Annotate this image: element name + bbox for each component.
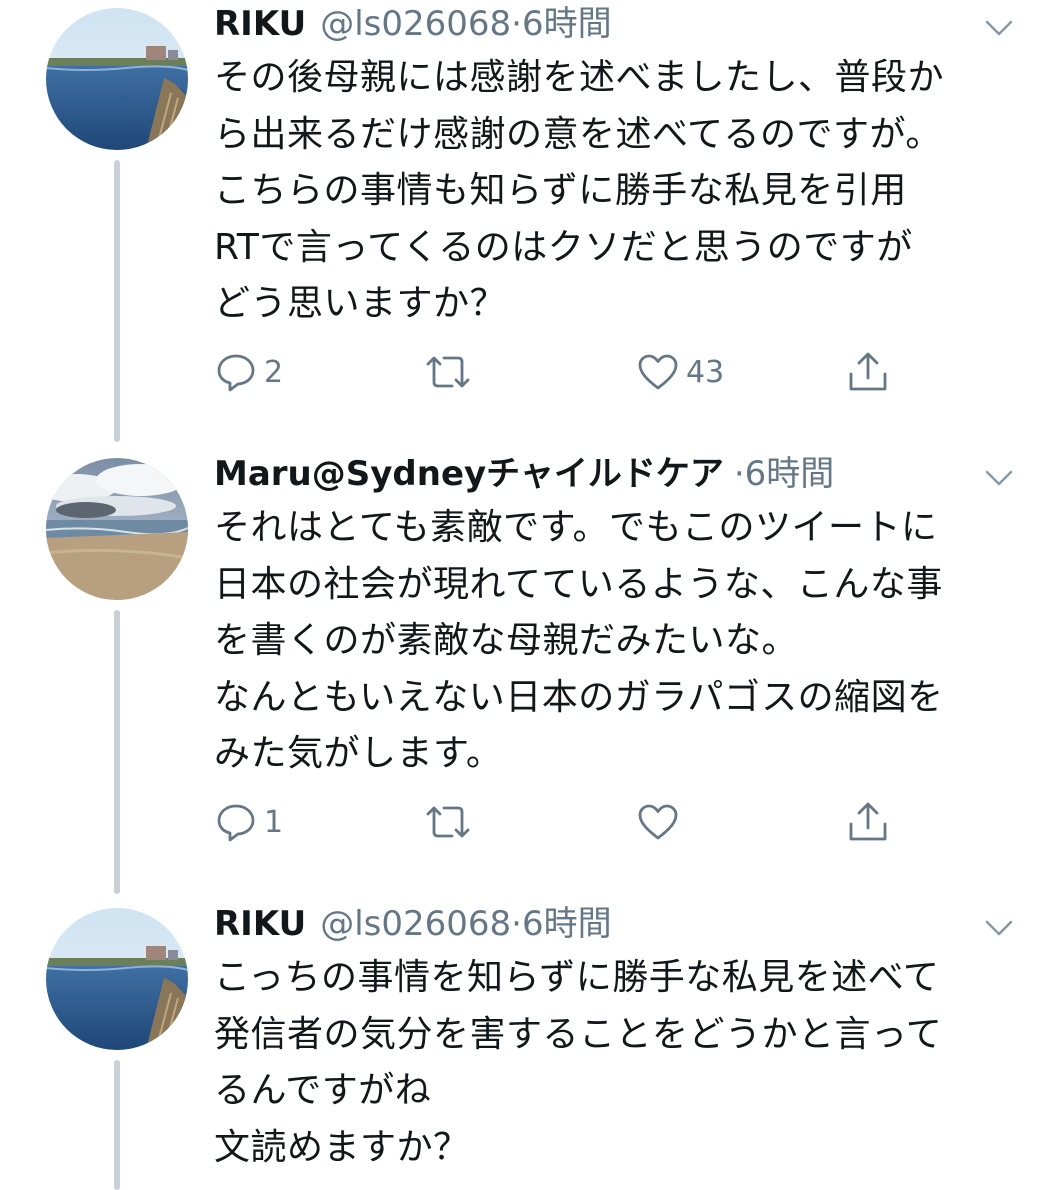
share-icon (849, 352, 887, 391)
share-button[interactable] (846, 798, 890, 846)
retweet-icon (426, 806, 470, 838)
share-button[interactable] (846, 348, 890, 396)
retweet-button[interactable] (422, 798, 474, 846)
avatar[interactable] (46, 908, 188, 1050)
like-icon (638, 354, 678, 390)
share-icon (849, 802, 887, 841)
display-name[interactable]: RIKU (214, 0, 306, 48)
like-icon (638, 804, 678, 840)
tweet-header: RIKU @ls026068 · 6時間 (214, 0, 612, 48)
thread-line (114, 610, 120, 894)
like-button[interactable]: 43 (636, 348, 724, 396)
tweet-1[interactable]: RIKU @ls026068 · 6時間 その後母親には感謝を述べましたし、普段… (0, 0, 1055, 442)
reply-button[interactable]: 2 (214, 348, 283, 396)
tweet-3[interactable]: RIKU @ls026068 · 6時間 こっちの事情を知らずに勝手な私見を述べ… (0, 900, 1055, 1190)
avatar[interactable] (46, 8, 188, 150)
separator-dot: · (511, 4, 522, 44)
reply-count: 2 (264, 354, 284, 390)
reply-count: 1 (264, 804, 284, 840)
avatar[interactable] (46, 458, 188, 600)
tweet-text: こっちの事情を知らずに勝手な私見を述べて 発信者の気分を害することをどうかと言っ… (214, 957, 943, 1168)
like-button[interactable] (636, 798, 686, 846)
like-count: 43 (686, 354, 725, 390)
reply-button[interactable]: 1 (214, 798, 283, 846)
caret-down-icon[interactable] (983, 912, 1015, 944)
display-name[interactable]: Maru@Sydneyチャイルドケア (214, 450, 724, 498)
lake-photo-image (46, 908, 188, 1050)
timestamp[interactable]: 6時間 (745, 450, 835, 498)
tweet-header: RIKU @ls026068 · 6時間 (214, 900, 612, 948)
user-handle[interactable]: @ls026068 (320, 0, 511, 48)
display-name[interactable]: RIKU (214, 900, 306, 948)
tweet-text: その後母親には感謝を述べましたし、普段か ら出来るだけ感謝の意を述べてるのですが… (214, 57, 945, 324)
thread-line (114, 1060, 120, 1190)
caret-down-icon[interactable] (983, 12, 1015, 44)
tweet-2[interactable]: Maru@Sydneyチャイルドケア · 6時間 それはとても素敵です。でもこの… (0, 450, 1055, 900)
tweet-actions: 2 43 (214, 348, 914, 396)
reply-icon (217, 804, 255, 842)
thread-line (114, 160, 120, 442)
separator-dot: · (733, 454, 745, 494)
retweet-icon (426, 356, 470, 388)
tweet-actions: 1 (214, 798, 914, 846)
timestamp[interactable]: 6時間 (522, 900, 612, 948)
timestamp[interactable]: 6時間 (522, 0, 612, 48)
reply-icon (217, 354, 255, 392)
tweet-text: それはとても素敵です。でもこのツイートに 日本の社会が現れてているような、こんな… (214, 507, 944, 774)
user-handle[interactable]: @ls026068 (320, 900, 511, 948)
lake-photo-image (46, 8, 188, 150)
tweet-header: Maru@Sydneyチャイルドケア · 6時間 (214, 450, 834, 498)
retweet-button[interactable] (422, 348, 474, 396)
caret-down-icon[interactable] (983, 462, 1015, 494)
separator-dot: · (511, 904, 522, 944)
beach-photo-image (46, 458, 188, 600)
